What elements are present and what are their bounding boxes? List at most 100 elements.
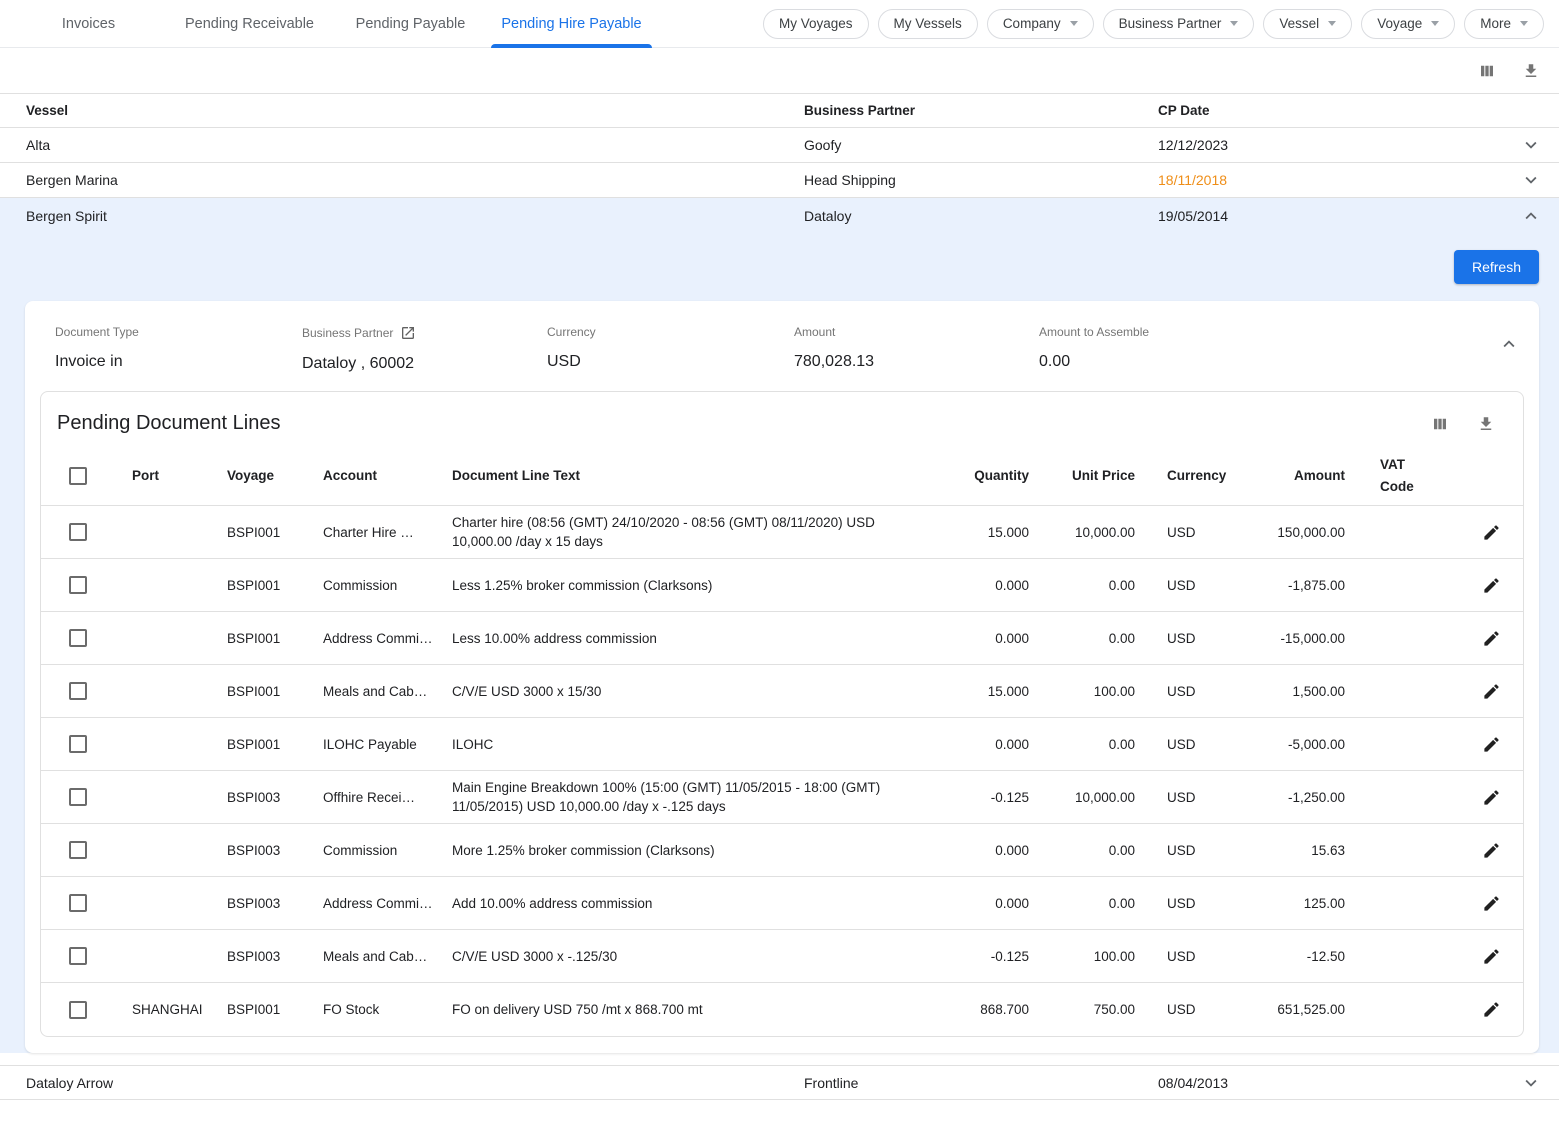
filter-my-vessels[interactable]: My Vessels xyxy=(878,9,978,39)
field-amount: Amount 780,028.13 xyxy=(794,325,1039,373)
column-header-port: Port xyxy=(132,465,227,487)
row-checkbox[interactable] xyxy=(69,894,87,912)
column-header-vat-code: VAT Code xyxy=(1345,454,1420,499)
voyage-cell: BSPI001 xyxy=(227,631,323,646)
account-cell: Meals and Cab… xyxy=(323,684,452,699)
select-all-checkbox[interactable] xyxy=(69,467,87,485)
open-in-new-icon[interactable] xyxy=(400,325,416,341)
voyage-cell: BSPI001 xyxy=(227,525,323,540)
edit-icon[interactable] xyxy=(1479,785,1504,810)
cp-date: 19/05/2014 xyxy=(1158,208,1503,224)
document-summary: Document Type Invoice in Business Partne… xyxy=(40,319,1524,387)
port-cell: SHANGHAI xyxy=(132,1002,227,1017)
chevron-down-icon xyxy=(1230,21,1238,26)
expand-chevron-down-icon[interactable] xyxy=(1503,134,1559,156)
amount-cell: -12.50 xyxy=(1245,949,1345,964)
document-line-row: BSPI003 Commission More 1.25% broker com… xyxy=(41,824,1523,877)
vessel-table: Vessel Business Partner CP Date Alta Goo… xyxy=(0,93,1559,1100)
currency-cell: USD xyxy=(1135,525,1245,540)
field-label: Amount to Assemble xyxy=(1039,325,1484,339)
filter-vessel[interactable]: Vessel xyxy=(1263,9,1352,39)
account-cell: Meals and Cab… xyxy=(323,949,452,964)
tab-label: Pending Receivable xyxy=(185,16,314,32)
filter-company[interactable]: Company xyxy=(987,9,1094,39)
tab-pending-receivable[interactable]: Pending Receivable xyxy=(169,0,330,48)
document-line-row: BSPI001 Address Commi… Less 10.00% addre… xyxy=(41,612,1523,665)
edit-icon[interactable] xyxy=(1479,732,1504,757)
amount-cell: -1,875.00 xyxy=(1245,578,1345,593)
collapse-chevron-up-icon[interactable] xyxy=(1484,325,1524,373)
expand-chevron-down-icon[interactable] xyxy=(1503,169,1559,191)
field-document-type: Document Type Invoice in xyxy=(55,325,302,373)
amount-cell: 651,525.00 xyxy=(1245,1002,1345,1017)
filter-voyage[interactable]: Voyage xyxy=(1361,9,1455,39)
tab-pending-hire-payable[interactable]: Pending Hire Payable xyxy=(491,0,652,48)
edit-icon[interactable] xyxy=(1479,997,1504,1022)
row-checkbox[interactable] xyxy=(69,523,87,541)
business-partner: Frontline xyxy=(804,1075,1158,1091)
table-toolbar xyxy=(0,48,1559,93)
edit-icon[interactable] xyxy=(1479,573,1504,598)
edit-icon[interactable] xyxy=(1479,891,1504,916)
vessel-row-bergen-spirit[interactable]: Bergen Spirit Dataloy 19/05/2014 xyxy=(0,198,1559,233)
row-checkbox[interactable] xyxy=(69,735,87,753)
filter-more[interactable]: More xyxy=(1464,9,1544,39)
row-checkbox[interactable] xyxy=(69,947,87,965)
document-line-text-cell: C/V/E USD 3000 x -.125/30 xyxy=(452,947,940,966)
account-cell: Commission xyxy=(323,578,452,593)
document-line-row: BSPI003 Meals and Cab… C/V/E USD 3000 x … xyxy=(41,930,1523,983)
row-checkbox[interactable] xyxy=(69,576,87,594)
column-header-account: Account xyxy=(323,465,452,487)
amount-cell: 125.00 xyxy=(1245,896,1345,911)
section-title: Pending Document Lines xyxy=(57,412,280,435)
collapse-chevron-up-icon[interactable] xyxy=(1503,205,1559,227)
unit-price-cell: 0.00 xyxy=(1029,896,1135,911)
quantity-cell: -0.125 xyxy=(940,949,1029,964)
quantity-cell: 0.000 xyxy=(940,631,1029,646)
account-cell: Address Commi… xyxy=(323,631,452,646)
refresh-button[interactable]: Refresh xyxy=(1454,250,1539,284)
document-line-text-cell: Charter hire (08:56 (GMT) 24/10/2020 - 0… xyxy=(452,513,940,551)
edit-icon[interactable] xyxy=(1479,944,1504,969)
filter-chips: My Voyages My Vessels Company Business P… xyxy=(763,9,1559,39)
columns-icon[interactable] xyxy=(1429,413,1451,435)
document-line-text-cell: More 1.25% broker commission (Clarksons) xyxy=(452,841,940,860)
row-checkbox[interactable] xyxy=(69,1001,87,1019)
row-checkbox[interactable] xyxy=(69,841,87,859)
columns-icon[interactable] xyxy=(1476,60,1498,82)
column-header-vessel: Vessel xyxy=(0,103,804,118)
account-cell: Charter Hire … xyxy=(323,525,452,540)
tab-pending-payable[interactable]: Pending Payable xyxy=(330,0,491,48)
tab-bar: Invoices Pending Receivable Pending Paya… xyxy=(8,0,652,48)
edit-icon[interactable] xyxy=(1479,520,1504,545)
edit-icon[interactable] xyxy=(1479,838,1504,863)
vessel-table-header: Vessel Business Partner CP Date xyxy=(0,93,1559,128)
edit-icon[interactable] xyxy=(1479,626,1504,651)
currency-cell: USD xyxy=(1135,896,1245,911)
top-navigation: Invoices Pending Receivable Pending Paya… xyxy=(0,0,1559,48)
cp-date: 12/12/2023 xyxy=(1158,137,1503,153)
row-checkbox[interactable] xyxy=(69,788,87,806)
document-lines-header-row: Port Voyage Account Document Line Text Q… xyxy=(41,447,1523,506)
vessel-row-bergen-marina[interactable]: Bergen Marina Head Shipping 18/11/2018 xyxy=(0,163,1559,198)
vessel-row-alta[interactable]: Alta Goofy 12/12/2023 xyxy=(0,128,1559,163)
field-currency: Currency USD xyxy=(547,325,794,373)
tab-invoices[interactable]: Invoices xyxy=(8,0,169,48)
document-lines-body: BSPI001 Charter Hire … Charter hire (08:… xyxy=(41,506,1523,1036)
vessel-name: Dataloy Arrow xyxy=(0,1075,804,1091)
voyage-cell: BSPI003 xyxy=(227,949,323,964)
filter-my-voyages[interactable]: My Voyages xyxy=(763,9,869,39)
download-icon[interactable] xyxy=(1520,60,1542,82)
voyage-cell: BSPI001 xyxy=(227,578,323,593)
pending-hire-payable-page: Invoices Pending Receivable Pending Paya… xyxy=(0,0,1559,1100)
lines-toolbar xyxy=(1429,413,1497,435)
download-icon[interactable] xyxy=(1475,413,1497,435)
row-checkbox[interactable] xyxy=(69,682,87,700)
document-line-text-cell: Less 10.00% address commission xyxy=(452,629,940,648)
row-checkbox[interactable] xyxy=(69,629,87,647)
filter-business-partner[interactable]: Business Partner xyxy=(1103,9,1255,39)
unit-price-cell: 100.00 xyxy=(1029,684,1135,699)
edit-icon[interactable] xyxy=(1479,679,1504,704)
expand-chevron-down-icon[interactable] xyxy=(1503,1072,1559,1094)
vessel-row-dataloy-arrow[interactable]: Dataloy Arrow Frontline 08/04/2013 xyxy=(0,1065,1559,1100)
